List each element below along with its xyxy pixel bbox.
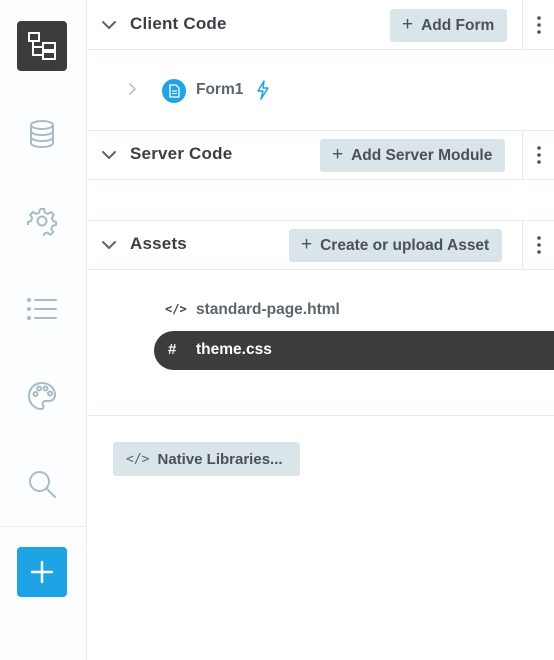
chevron-down-icon[interactable]	[100, 16, 118, 34]
sidebar-item-theme[interactable]	[17, 371, 67, 421]
kebab-menu-icon	[536, 16, 541, 34]
list-icon	[27, 298, 57, 320]
native-libraries-label: Native Libraries...	[157, 450, 283, 468]
code-icon: </>	[165, 302, 187, 316]
app-window: Client Code + Add Form Form1 Server Code…	[0, 0, 554, 660]
kebab-menu-icon	[536, 146, 541, 164]
lightning-icon	[257, 80, 269, 100]
add-form-button[interactable]: + Add Form	[390, 9, 508, 42]
asset-file-name: standard-page.html	[196, 301, 340, 318]
chevron-down-icon[interactable]	[100, 146, 118, 164]
server-code-header[interactable]: Server Code + Add Server Module	[88, 130, 554, 180]
sidebar-divider	[0, 526, 87, 527]
create-asset-label: Create or upload Asset	[320, 236, 490, 254]
hash-icon: #	[168, 341, 177, 358]
app-tree-icon	[28, 32, 56, 60]
sidebar-item-data[interactable]	[17, 109, 67, 159]
plus-icon: +	[301, 234, 313, 255]
assets-menu-button[interactable]	[522, 220, 554, 270]
server-code-menu-button[interactable]	[522, 130, 554, 180]
app-browser-panel: Client Code + Add Form Form1 Server Code…	[88, 0, 554, 660]
form-row[interactable]: Form1	[88, 70, 554, 110]
create-asset-button[interactable]: + Create or upload Asset	[289, 229, 503, 262]
server-code-title: Server Code	[130, 144, 233, 163]
client-code-title: Client Code	[130, 14, 227, 33]
chevron-down-icon[interactable]	[100, 236, 118, 254]
chevron-right-icon[interactable]	[128, 82, 138, 96]
asset-row-standard-page[interactable]: </> standard-page.html	[88, 290, 554, 330]
plus-icon: +	[402, 14, 414, 35]
section-divider	[88, 415, 554, 416]
sidebar-rail	[0, 0, 87, 660]
sidebar-add-button[interactable]	[17, 547, 67, 597]
search-icon	[29, 471, 56, 498]
gear-icon	[27, 208, 57, 236]
plus-icon	[30, 560, 54, 584]
native-libraries-button[interactable]: </> Native Libraries...	[113, 442, 300, 476]
client-code-menu-button[interactable]	[522, 0, 554, 50]
add-server-module-button[interactable]: + Add Server Module	[320, 139, 506, 172]
client-code-header[interactable]: Client Code + Add Form	[88, 0, 554, 50]
assets-header[interactable]: Assets + Create or upload Asset	[88, 220, 554, 270]
sidebar-item-search[interactable]	[17, 459, 67, 509]
palette-icon	[27, 381, 57, 411]
sidebar-item-version-history[interactable]	[17, 284, 67, 334]
form-file-icon	[162, 79, 186, 103]
assets-title: Assets	[130, 234, 187, 253]
sidebar-item-settings[interactable]	[17, 196, 67, 246]
database-icon	[30, 120, 54, 149]
plus-icon: +	[332, 144, 344, 165]
form-name: Form1	[196, 81, 244, 98]
code-icon: </>	[126, 451, 150, 467]
asset-row-theme-css[interactable]: # theme.css	[154, 331, 554, 370]
add-form-label: Add Form	[421, 16, 495, 34]
sidebar-item-app-browser[interactable]	[17, 21, 67, 71]
asset-file-name: theme.css	[196, 341, 272, 358]
add-server-module-label: Add Server Module	[351, 146, 493, 164]
kebab-menu-icon	[536, 236, 541, 254]
